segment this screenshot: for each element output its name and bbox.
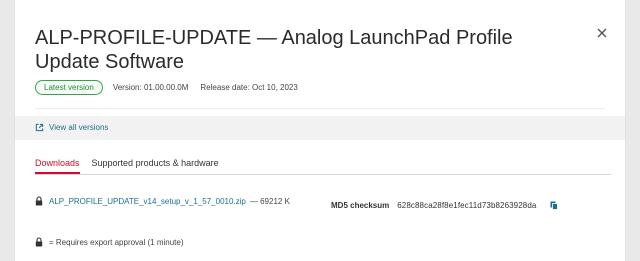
tab-downloads[interactable]: Downloads (35, 152, 80, 174)
divider (35, 108, 605, 109)
release-date-text: Release date: Oct 10, 2023 (200, 83, 298, 92)
external-link-icon (35, 123, 44, 132)
dialog-title: ALP-PROFILE-UPDATE — Analog LaunchPad Pr… (35, 27, 513, 73)
copy-icon[interactable] (550, 201, 559, 210)
file-size: — 69212 K (249, 196, 290, 206)
md5-checksum: MD5 checksum 628c88ca28f8e1fec11d73b8263… (331, 201, 559, 210)
md5-label: MD5 checksum (331, 201, 390, 210)
close-icon[interactable] (595, 26, 609, 40)
export-approval-text: = Requires export approval (1 minute) (49, 237, 184, 247)
copy-checksum-button[interactable] (550, 201, 559, 210)
software-dialog: ALP-PROFILE-UPDATE — Analog LaunchPad Pr… (14, 0, 626, 261)
close-button[interactable] (595, 26, 609, 40)
latest-version-badge: Latest version (35, 80, 103, 95)
tab-bar: Downloads Supported products & hardware (35, 152, 611, 175)
lock-icon (35, 237, 43, 247)
version-meta: Latest version Version: 01.00.00.0M Rele… (35, 80, 298, 95)
download-row: ALP_PROFILE_UPDATE_v14_setup_v_1_57_0010… (35, 196, 290, 206)
tab-supported-products[interactable]: Supported products & hardware (92, 152, 219, 174)
export-approval-note: = Requires export approval (1 minute) (35, 237, 184, 247)
version-text: Version: 01.00.00.0M (112, 83, 189, 92)
lock-icon (35, 196, 43, 206)
view-all-versions-link[interactable]: View all versions (35, 123, 108, 132)
md5-value: 628c88ca28f8e1fec11d73b8263928da (397, 201, 537, 210)
download-file-link[interactable]: ALP_PROFILE_UPDATE_v14_setup_v_1_57_0010… (49, 197, 246, 206)
view-all-versions-label: View all versions (49, 123, 109, 132)
